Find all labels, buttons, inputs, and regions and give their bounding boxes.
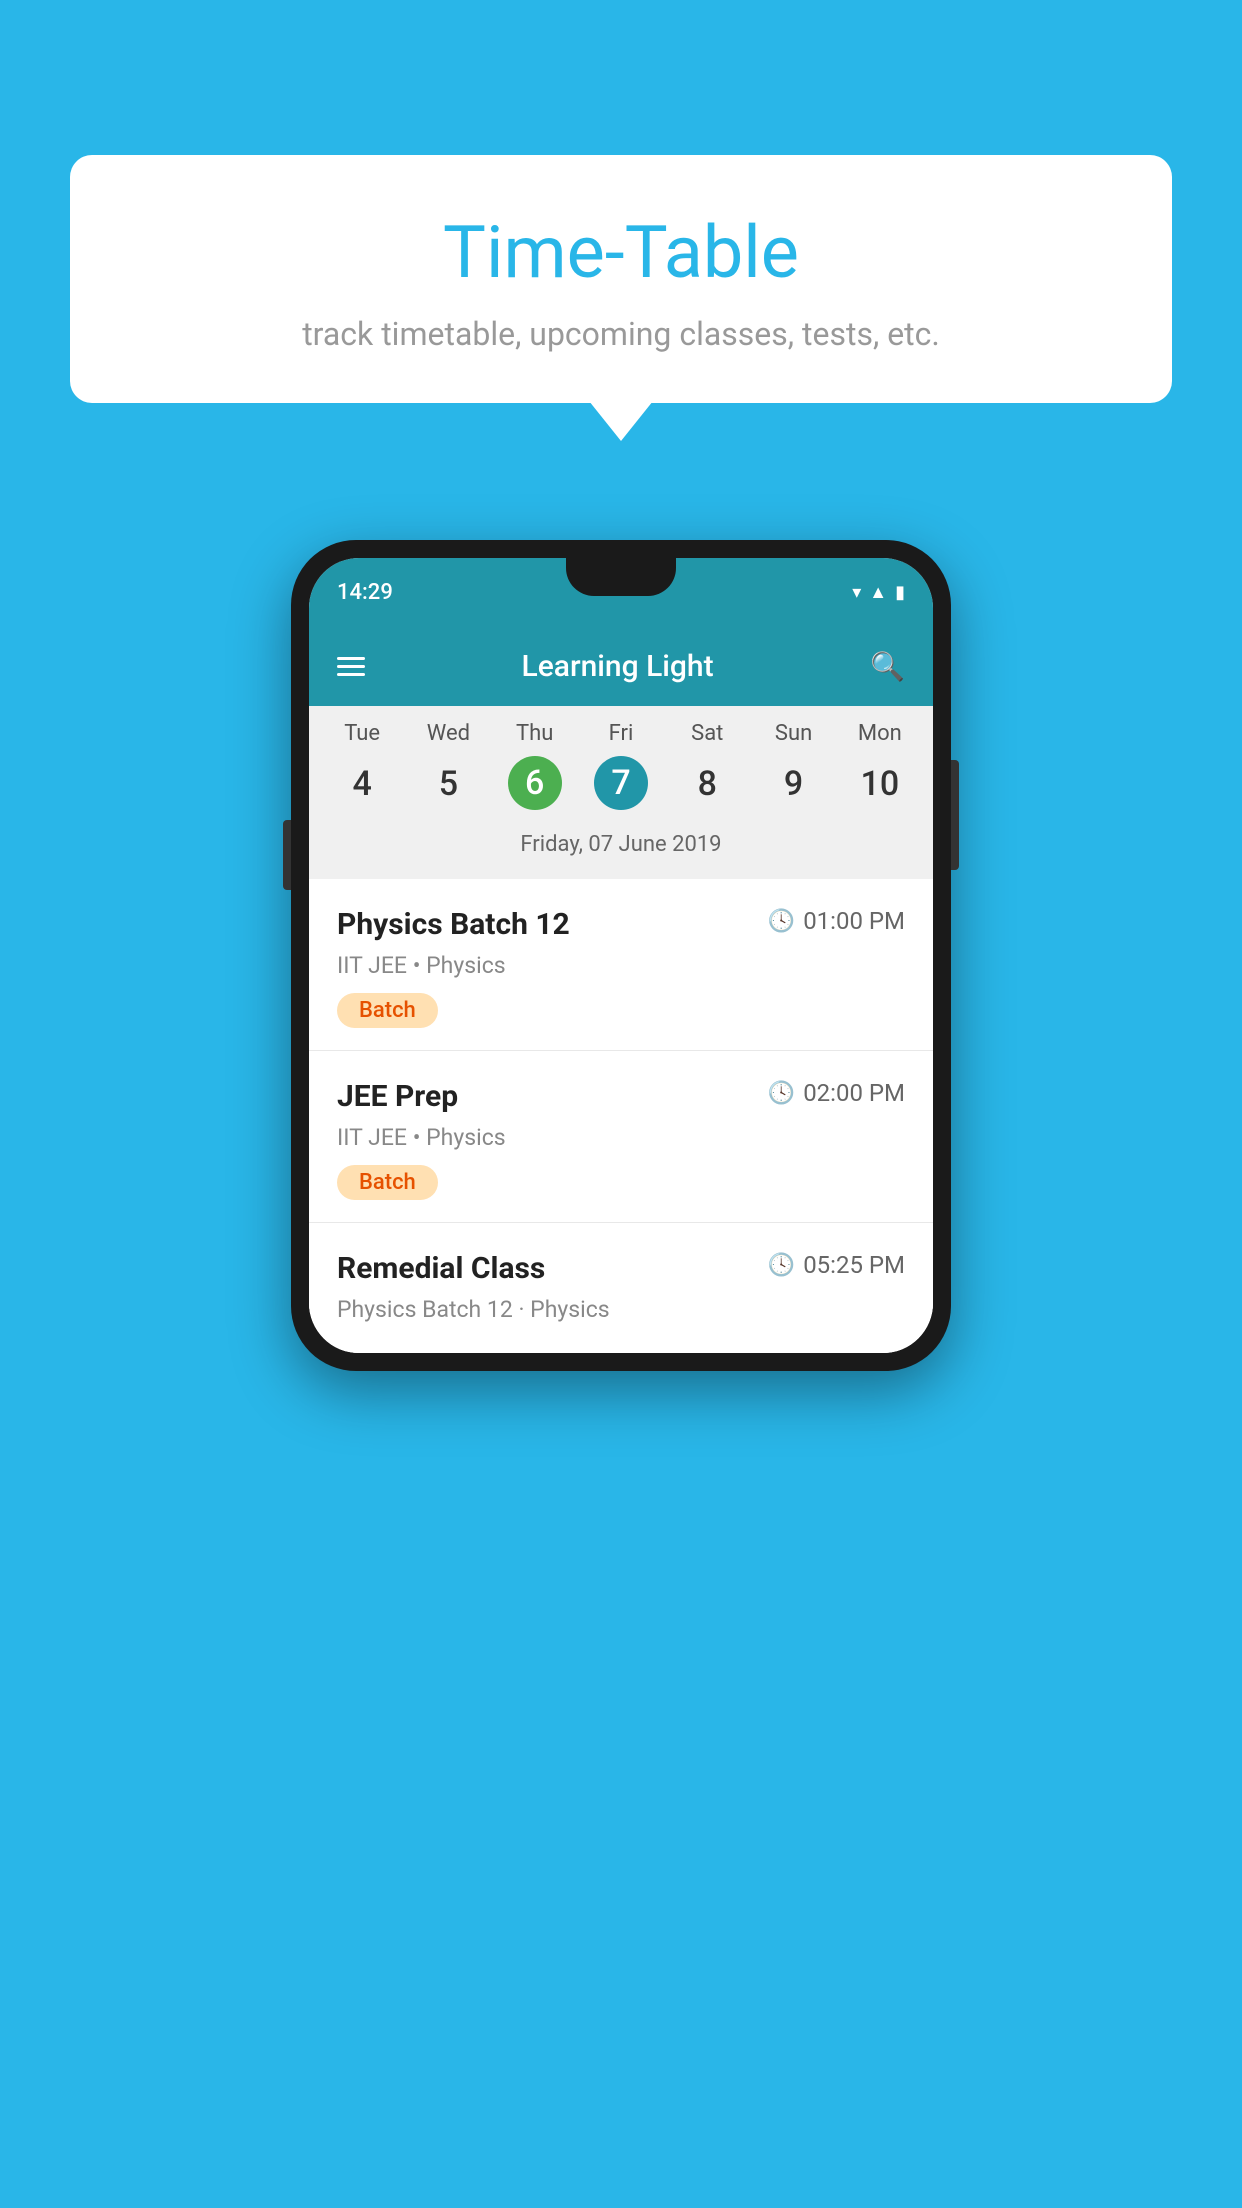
calendar-section: Tue Wed Thu Fri Sat Sun Mon 4 5 6 7 8 9 … [309, 706, 933, 879]
phone-screen: 14:29 ▾ ▲ ▮ Learning Light 🔍 [309, 558, 933, 1353]
clock-icon-2: 🕓 [768, 1081, 795, 1106]
clock-icon-3: 🕓 [768, 1253, 795, 1278]
app-title: Learning Light [522, 649, 714, 684]
date-5[interactable]: 5 [405, 756, 491, 812]
schedule-subtitle-1: IIT JEE • Physics [337, 952, 905, 979]
schedule-list: Physics Batch 12 🕓 01:00 PM IIT JEE • Ph… [309, 879, 933, 1353]
day-header-tue: Tue [319, 721, 405, 746]
schedule-title-1: Physics Batch 12 [337, 907, 570, 942]
date-9[interactable]: 9 [750, 756, 836, 812]
signal-icon: ▲ [869, 582, 887, 603]
day-header-sun: Sun [750, 721, 836, 746]
date-7-selected[interactable]: 7 [594, 756, 648, 810]
date-10[interactable]: 10 [837, 756, 923, 812]
schedule-item-remedial[interactable]: Remedial Class 🕓 05:25 PM Physics Batch … [309, 1223, 933, 1353]
phone-outer: 14:29 ▾ ▲ ▮ Learning Light 🔍 [291, 540, 951, 1371]
bubble-title: Time-Table [130, 210, 1112, 295]
search-icon[interactable]: 🔍 [870, 650, 905, 683]
schedule-item-header-2: JEE Prep 🕓 02:00 PM [337, 1079, 905, 1114]
schedule-title-2: JEE Prep [337, 1079, 458, 1114]
schedule-time-1: 🕓 01:00 PM [768, 907, 905, 935]
schedule-title-3: Remedial Class [337, 1251, 545, 1286]
speech-bubble-container: Time-Table track timetable, upcoming cla… [70, 155, 1172, 403]
date-4[interactable]: 4 [319, 756, 405, 812]
date-8[interactable]: 8 [664, 756, 750, 812]
clock-icon-1: 🕓 [768, 909, 795, 934]
day-headers: Tue Wed Thu Fri Sat Sun Mon [309, 706, 933, 751]
day-numbers: 4 5 6 7 8 9 10 [309, 751, 933, 827]
schedule-item-jee-prep[interactable]: JEE Prep 🕓 02:00 PM IIT JEE • Physics Ba… [309, 1051, 933, 1223]
schedule-subtitle-3: Physics Batch 12 · Physics [337, 1296, 905, 1323]
schedule-time-2: 🕓 02:00 PM [768, 1079, 905, 1107]
battery-icon: ▮ [895, 582, 905, 603]
status-icons: ▾ ▲ ▮ [852, 582, 905, 603]
schedule-item-physics-batch[interactable]: Physics Batch 12 🕓 01:00 PM IIT JEE • Ph… [309, 879, 933, 1051]
schedule-item-header-3: Remedial Class 🕓 05:25 PM [337, 1251, 905, 1286]
speech-bubble: Time-Table track timetable, upcoming cla… [70, 155, 1172, 403]
batch-badge-1: Batch [337, 993, 438, 1028]
status-time: 14:29 [337, 580, 393, 605]
day-header-thu: Thu [492, 721, 578, 746]
schedule-subtitle-2: IIT JEE • Physics [337, 1124, 905, 1151]
wifi-icon: ▾ [852, 582, 861, 603]
menu-icon[interactable] [337, 657, 365, 676]
schedule-item-header-1: Physics Batch 12 🕓 01:00 PM [337, 907, 905, 942]
schedule-time-3: 🕓 05:25 PM [768, 1251, 905, 1279]
day-header-mon: Mon [837, 721, 923, 746]
day-header-wed: Wed [405, 721, 491, 746]
toolbar: Learning Light 🔍 [309, 626, 933, 706]
day-header-fri: Fri [578, 721, 664, 746]
date-6-today[interactable]: 6 [508, 756, 562, 810]
time-value-2: 02:00 PM [803, 1079, 905, 1107]
phone-mockup: 14:29 ▾ ▲ ▮ Learning Light 🔍 [291, 540, 951, 1371]
batch-badge-2: Batch [337, 1165, 438, 1200]
day-header-sat: Sat [664, 721, 750, 746]
time-value-1: 01:00 PM [803, 907, 905, 935]
selected-date-label: Friday, 07 June 2019 [309, 827, 933, 869]
status-bar: 14:29 ▾ ▲ ▮ [309, 558, 933, 626]
time-value-3: 05:25 PM [803, 1251, 905, 1279]
bubble-subtitle: track timetable, upcoming classes, tests… [130, 315, 1112, 353]
